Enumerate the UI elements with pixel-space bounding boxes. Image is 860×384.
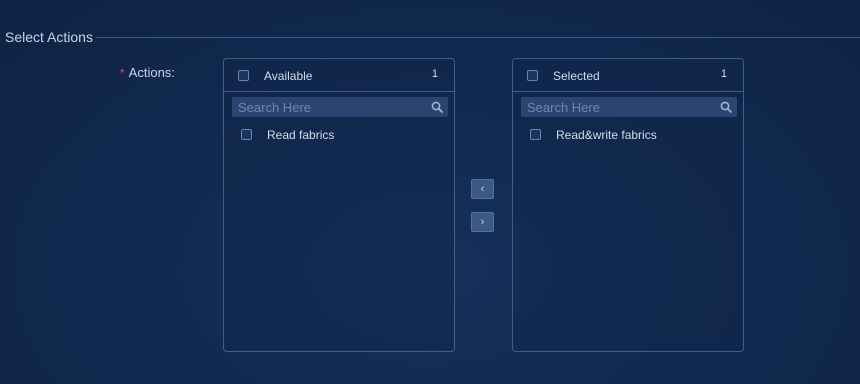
chevron-right-icon: › [480, 216, 485, 228]
actions-field-label: * Actions: [120, 65, 175, 80]
chevron-left-icon: ‹ [480, 183, 485, 195]
selected-panel-title: Selected [553, 69, 600, 83]
available-search-input[interactable] [232, 97, 422, 117]
available-count: 1 [431, 68, 438, 80]
selected-count: 1 [720, 68, 727, 80]
selected-search-input[interactable] [521, 97, 711, 117]
required-marker: * [120, 66, 125, 80]
available-panel-title: Available [264, 69, 313, 83]
available-select-all-checkbox[interactable] [238, 70, 249, 81]
available-search [232, 97, 448, 117]
list-item[interactable]: Read fabrics [224, 125, 454, 145]
selected-panel-header: Selected 1 [513, 59, 743, 92]
move-right-button[interactable]: › [471, 212, 494, 232]
selected-select-all-checkbox[interactable] [527, 70, 538, 81]
list-item-label: Read fabrics [267, 128, 335, 142]
list-item[interactable]: Read&write fabrics [513, 125, 743, 145]
selected-search [521, 97, 737, 117]
list-item-checkbox[interactable] [241, 129, 252, 140]
section-title: Select Actions [5, 29, 93, 45]
selected-panel: Selected 1 Read&write fabrics [512, 58, 744, 352]
search-icon[interactable] [720, 101, 732, 113]
list-item-checkbox[interactable] [530, 129, 541, 140]
move-left-button[interactable]: ‹ [471, 179, 494, 199]
available-panel: Available 1 Read fabrics [223, 58, 455, 352]
available-panel-header: Available 1 [224, 59, 454, 92]
actions-label-text: Actions: [128, 65, 175, 80]
list-item-label: Read&write fabrics [556, 128, 657, 142]
search-icon[interactable] [431, 101, 443, 113]
section-divider [96, 37, 860, 38]
